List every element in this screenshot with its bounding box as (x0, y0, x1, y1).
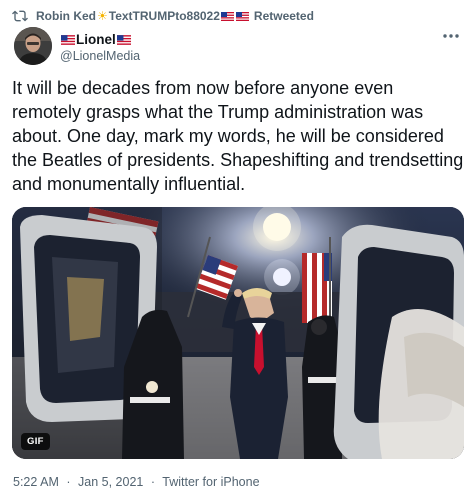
tweet-date[interactable]: Jan 5, 2021 (78, 475, 143, 489)
author-name-row[interactable]: Lionel (60, 32, 132, 47)
tweet-time[interactable]: 5:22 AM (13, 475, 59, 489)
tweet-card: Robin Ked ☀ TextTRUMPto88022 Retweeted L… (0, 0, 476, 500)
more-options-button[interactable] (440, 28, 462, 44)
avatar[interactable] (14, 27, 52, 65)
tweet-text: It will be decades from now before anyon… (12, 78, 464, 194)
author-handle[interactable]: @LionelMedia (60, 49, 140, 63)
tweet-source[interactable]: Twitter for iPhone (162, 475, 259, 489)
tweet-media-gif[interactable]: GIF (12, 207, 464, 459)
retweeter-name[interactable]: Robin Ked (36, 9, 96, 23)
retweeter-name-suffix[interactable]: TextTRUMPto88022 (109, 9, 220, 23)
us-flag-icon (61, 34, 75, 45)
sun-emoji-icon: ☀ (97, 9, 108, 23)
meta-separator: · (66, 475, 71, 489)
us-flag-icon (235, 11, 249, 21)
retweet-banner[interactable]: Robin Ked ☀ TextTRUMPto88022 Retweeted (12, 6, 314, 26)
media-image (12, 207, 464, 459)
retweeted-label: Retweeted (253, 9, 314, 23)
more-dots-icon (443, 34, 459, 38)
retweet-icon (12, 8, 28, 24)
gif-badge: GIF (21, 433, 50, 450)
meta-separator: · (150, 475, 156, 489)
author-display-name[interactable]: Lionel (76, 32, 116, 47)
us-flag-icon (116, 34, 131, 45)
us-flag-icon (220, 11, 234, 21)
tweet-meta: 5:22 AM · Jan 5, 2021 · Twitter for iPho… (13, 475, 260, 489)
